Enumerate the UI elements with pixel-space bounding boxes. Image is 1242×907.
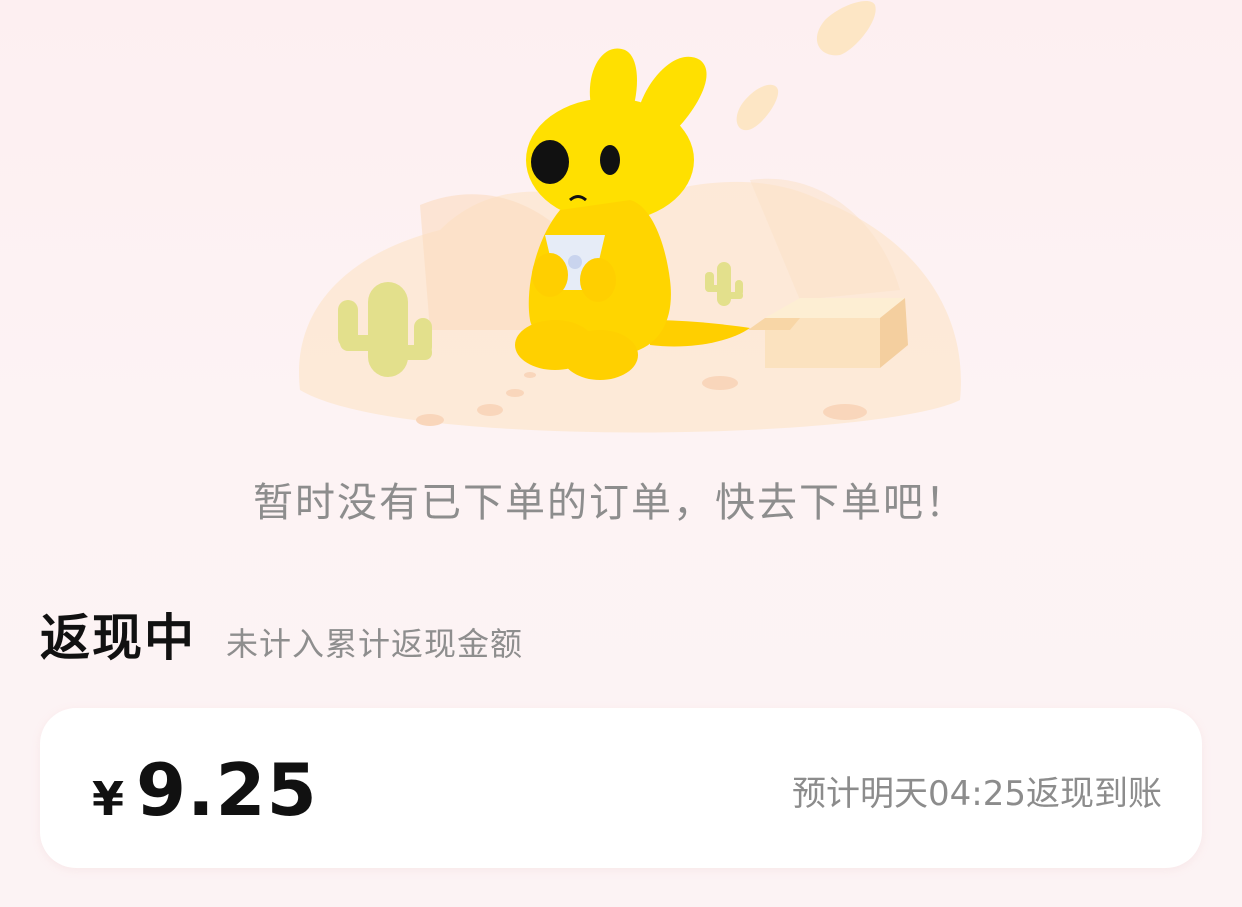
ground-dot bbox=[506, 389, 524, 397]
falling-meteor-icon bbox=[736, 0, 876, 131]
cashback-eta-text: 预计明天04:25返现到账 bbox=[792, 774, 1162, 814]
amount-value: 9.25 bbox=[136, 748, 318, 832]
empty-orders-message: 暂时没有已下单的订单，快去下单吧！ bbox=[253, 480, 967, 526]
section-subtitle: 未计入累计返现金额 bbox=[226, 625, 524, 663]
ground-dot bbox=[477, 404, 503, 416]
cashback-section-header: 返现中 未计入累计返现金额 bbox=[40, 598, 523, 670]
ground-dot bbox=[702, 376, 738, 390]
section-title: 返现中 bbox=[40, 609, 196, 667]
kangaroo-empty-box-illustration bbox=[299, 0, 961, 433]
pending-cashback-card[interactable]: ¥ 9.25 预计明天04:25返现到账 bbox=[40, 708, 1202, 868]
cashback-amount: ¥ 9.25 bbox=[92, 748, 318, 832]
ground-dot bbox=[524, 372, 536, 378]
ground-dot bbox=[416, 414, 444, 426]
ground-dot bbox=[823, 404, 867, 420]
currency-symbol: ¥ bbox=[92, 772, 125, 826]
cashback-page: 暂时没有已下单的订单，快去下单吧！ 返现中 未计入累计返现金额 ¥ 9.25 预… bbox=[0, 0, 1242, 907]
